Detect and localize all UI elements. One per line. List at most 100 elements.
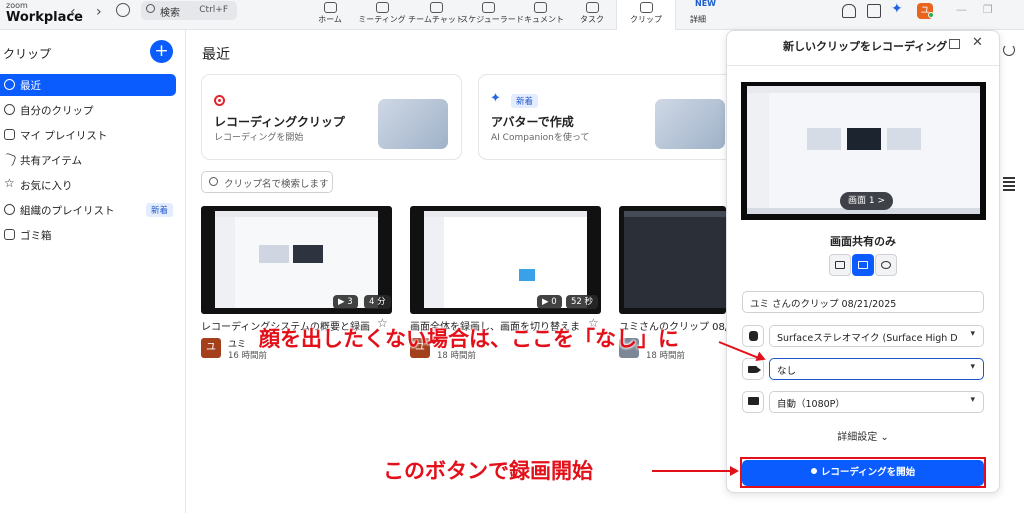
- thumbnail-screen: [215, 211, 378, 308]
- mode-label: 画面共有のみ: [830, 235, 896, 248]
- tab-docs[interactable]: ドキュメント: [510, 0, 570, 30]
- sidebar-item-shared[interactable]: 共有アイテム: [0, 149, 176, 171]
- sidebar-item-org-playlists[interactable]: 組織のプレイリスト 新着: [0, 199, 176, 221]
- new-clip-button[interactable]: +: [150, 40, 173, 63]
- preview-block: [807, 128, 841, 150]
- top-bar: zoom Workplace ‹ › 検索 Ctrl+F ホーム ミーティング …: [0, 0, 1024, 30]
- tab-meetings[interactable]: ミーティング: [352, 0, 412, 30]
- tab-home[interactable]: ホーム: [300, 0, 360, 30]
- video-icon: [375, 2, 389, 13]
- camera-icon: [748, 366, 761, 373]
- maximize-icon[interactable]: ❐: [983, 3, 993, 16]
- share-icon: [2, 152, 17, 167]
- sidebar-item-label: 組織のプレイリスト: [20, 205, 115, 217]
- forward-arrow-icon[interactable]: ›: [96, 4, 102, 20]
- microphone-value: Surfaceステレオマイク (Surface High Definitio..…: [777, 333, 957, 344]
- new-badge: NEW: [695, 0, 716, 8]
- clip-name-field[interactable]: ユミ さんのクリップ 08/21/2025: [742, 291, 984, 313]
- chevron-down-icon: ▾: [970, 362, 975, 372]
- calendar-icon[interactable]: [867, 4, 881, 18]
- card-title: レコーディングクリップ: [214, 115, 345, 129]
- tab-tasks[interactable]: タスク: [562, 0, 622, 30]
- clip-search-input[interactable]: クリップ名で検索します: [201, 171, 333, 193]
- thumbnail-bar: [424, 211, 587, 217]
- history-icon[interactable]: [116, 3, 130, 17]
- tab-team-chat[interactable]: チームチャット: [406, 0, 466, 30]
- sidebar-item-label: 最近: [20, 80, 41, 92]
- thumbnail-screen: [624, 211, 726, 308]
- avatar-create-card[interactable]: ✦ 新着 アバターで作成 AI Companionを使って: [478, 74, 728, 160]
- sidebar-item-favorites[interactable]: ☆ お気に入り: [0, 174, 176, 196]
- thumbnail-screen: [424, 211, 587, 308]
- quality-select[interactable]: 自動（1080P） ▾: [769, 391, 984, 413]
- list-view-icon[interactable]: [1003, 177, 1015, 193]
- start-button-highlight: [740, 457, 986, 488]
- global-search[interactable]: 検索 Ctrl+F: [141, 1, 237, 20]
- thumbnail-sidebar: [424, 217, 444, 308]
- panel-title: 新しいクリップをレコーディング: [783, 40, 948, 53]
- tab-label: チームチャット: [408, 15, 464, 24]
- home-icon[interactable]: [949, 39, 960, 49]
- thumbnail-block: [519, 269, 535, 281]
- home-icon: [323, 2, 337, 13]
- quality-icon-box: [742, 391, 764, 413]
- thumbnail-bar: [215, 211, 378, 217]
- minimize-icon[interactable]: —: [956, 3, 967, 16]
- back-arrow-icon[interactable]: ‹: [70, 4, 76, 20]
- sidebar-title: クリップ: [3, 47, 52, 61]
- clip-thumbnail[interactable]: ▶ 3 4 分: [201, 206, 392, 314]
- mode-camera-only-button[interactable]: [875, 254, 897, 276]
- playlist-icon: [4, 129, 15, 140]
- microphone-icon: [749, 331, 758, 341]
- advanced-settings-toggle[interactable]: 詳細設定 ⌄: [727, 428, 999, 443]
- mode-camera-screen-button[interactable]: [829, 254, 851, 276]
- tab-label: クリップ: [630, 15, 662, 24]
- clip-icon: [639, 2, 653, 13]
- close-icon[interactable]: ✕: [972, 35, 983, 50]
- mode-screen-only-button[interactable]: [852, 254, 874, 276]
- tab-clips[interactable]: クリップ: [616, 0, 676, 30]
- card-subtitle: AI Companionを使って: [491, 133, 590, 143]
- preview-block: [847, 128, 881, 150]
- chevron-down-icon: ▾: [970, 395, 975, 405]
- screen-camera-icon: [835, 261, 845, 269]
- refresh-icon[interactable]: [1003, 44, 1015, 56]
- search-shortcut: Ctrl+F: [199, 5, 228, 15]
- person-icon: [4, 104, 15, 115]
- camera-select[interactable]: なし ▾: [769, 358, 984, 380]
- chevron-down-icon: ⌄: [880, 432, 889, 443]
- tab-label: ミーティング: [358, 15, 406, 24]
- start-hint-annotation: このボタンで録画開始: [383, 459, 593, 483]
- thumbnail-block: [259, 245, 289, 263]
- tab-label: 詳細: [690, 15, 706, 24]
- quality-value: 自動（1080P）: [777, 399, 845, 410]
- sidebar-item-my-clips[interactable]: 自分のクリップ: [0, 99, 176, 121]
- search-placeholder: クリップ名で検索します: [224, 179, 329, 190]
- preview-sidebar: [747, 93, 769, 214]
- arrow-head: [730, 466, 739, 476]
- sidebar-item-my-playlists[interactable]: マイ プレイリスト: [0, 124, 176, 146]
- new-clip-panel: 新しいクリップをレコーディング ✕ 画面 1 > 画面共有のみ ユミ さんのクリ…: [726, 30, 1000, 493]
- sidebar-item-recent[interactable]: 最近: [0, 74, 176, 96]
- screen-select-button[interactable]: 画面 1 >: [840, 192, 893, 210]
- microphone-select[interactable]: Surfaceステレオマイク (Surface High Definitio..…: [769, 325, 984, 347]
- recording-clip-card[interactable]: レコーディングクリップ レコーディングを開始: [201, 74, 462, 160]
- sidebar-item-label: ゴミ箱: [20, 230, 52, 242]
- clock-icon: [4, 79, 15, 90]
- preview-bar: [747, 86, 980, 93]
- sidebar-item-label: マイ プレイリスト: [20, 130, 108, 142]
- record-icon: [214, 95, 225, 106]
- tab-label: スケジューラー: [460, 15, 516, 24]
- card-title: アバターで作成: [491, 115, 574, 129]
- sidebar-item-trash[interactable]: ゴミ箱: [0, 224, 176, 246]
- scheduler-icon: [481, 2, 495, 13]
- sidebar: クリップ + 最近 自分のクリップ マイ プレイリスト 共有アイテム ☆ お気に入…: [0, 30, 186, 513]
- clip-thumbnail[interactable]: ▶ 0 52 秒: [410, 206, 601, 314]
- views-count: 3: [347, 297, 353, 307]
- tab-scheduler[interactable]: スケジューラー: [458, 0, 518, 30]
- views-count: 0: [551, 297, 557, 307]
- clip-thumbnail[interactable]: [619, 206, 726, 314]
- ai-companion-icon[interactable]: ✦: [891, 1, 905, 17]
- bell-icon[interactable]: [842, 4, 856, 18]
- chat-icon: [429, 2, 443, 13]
